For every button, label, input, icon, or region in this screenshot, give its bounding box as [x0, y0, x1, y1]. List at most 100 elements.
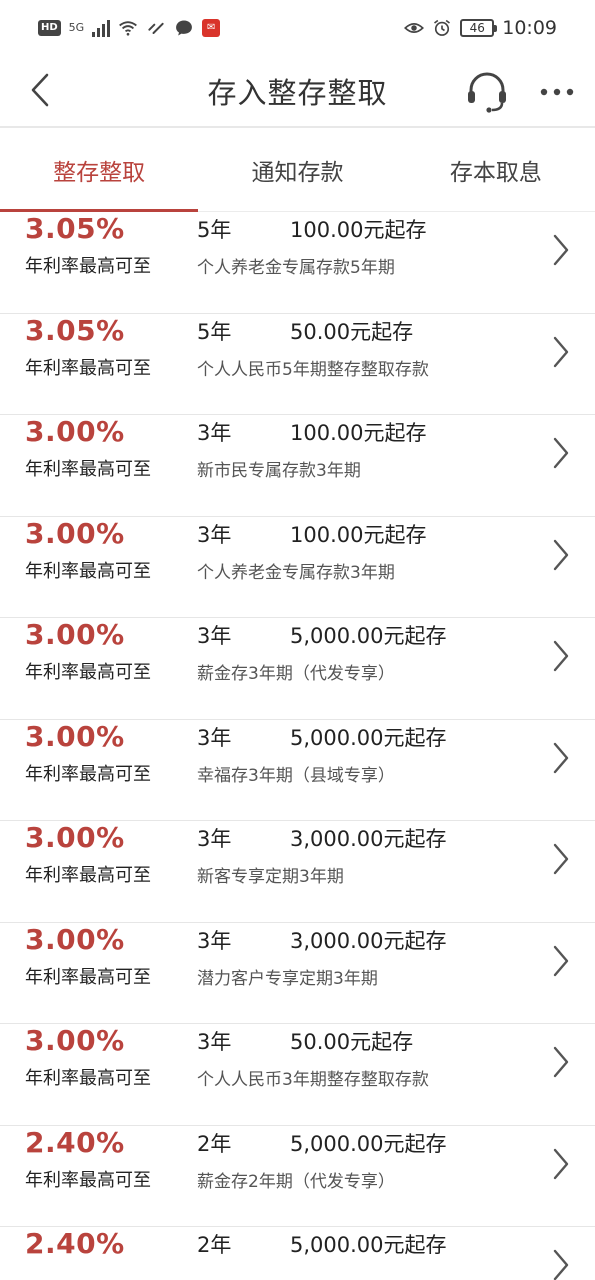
- headset-icon: [468, 72, 506, 113]
- rate-label: 年利率最高可至: [25, 865, 151, 886]
- deposit-term: 3年: [197, 421, 232, 445]
- interest-rate: 2.40%: [25, 1125, 125, 1159]
- page-title: 存入整存整取: [207, 76, 388, 110]
- minimum-amount: 100.00元起存: [290, 218, 427, 242]
- minimum-amount: 100.00元起存: [290, 522, 427, 547]
- product-name: 个人人民币5年期整存整取存款: [197, 359, 429, 380]
- minimum-amount: 5,000.00元起存: [290, 624, 447, 648]
- minimum-amount: 5,000.00元起存: [290, 1131, 447, 1156]
- deposit-term: 3年: [197, 624, 232, 648]
- alarm-icon: [434, 19, 451, 36]
- more-dots-icon: [540, 88, 574, 96]
- deposit-term: 3年: [197, 522, 232, 547]
- status-bar: HD 5G ✉ 46 10:09: [0, 0, 595, 56]
- product-row[interactable]: 3.00% 年利率最高可至 3年 5,000.00元起存 薪金存3年期（代发专享…: [0, 618, 595, 720]
- chevron-right-icon: [553, 742, 569, 773]
- rate-label: 年利率最高可至: [25, 357, 151, 379]
- rate-label: 年利率最高可至: [25, 763, 151, 785]
- minimum-amount: 5,000.00元起存: [290, 725, 447, 750]
- interest-rate: 3.00%: [25, 516, 125, 550]
- minimum-amount: 50.00元起存: [290, 1030, 414, 1054]
- tab-interest-withdrawal[interactable]: 存本取息: [397, 128, 595, 211]
- product-name: 个人养老金专属存款3年期: [197, 562, 395, 583]
- network-type: 5G: [68, 21, 85, 34]
- rate-label: 年利率最高可至: [25, 560, 151, 582]
- chevron-right-icon: [553, 1046, 569, 1078]
- chevron-right-icon: [553, 843, 569, 875]
- product-row[interactable]: 3.00% 年利率最高可至 3年 3,000.00元起存 新客专享定期3年期: [0, 821, 595, 923]
- product-name: 新市民专属存款3年期: [197, 461, 361, 481]
- rate-label: 年利率最高可至: [25, 1068, 151, 1089]
- deposit-term: 5年: [197, 218, 232, 242]
- minimum-amount: 5,000.00元起存: [290, 1233, 447, 1257]
- interest-rate: 2.40%: [25, 1227, 125, 1260]
- deposit-term: 2年: [197, 1233, 232, 1257]
- interest-rate: 3.00%: [25, 415, 125, 448]
- more-options-button[interactable]: [535, 72, 579, 112]
- deposit-term: 5年: [197, 319, 232, 344]
- status-left: HD 5G ✉: [38, 18, 221, 38]
- chevron-right-icon: [553, 945, 569, 976]
- product-row[interactable]: 3.00% 年利率最高可至 3年 100.00元起存 个人养老金专属存款3年期: [0, 516, 595, 618]
- deposit-type-tabs: 整存整取 通知存款 存本取息: [0, 128, 595, 212]
- chevron-right-icon: [553, 1148, 569, 1179]
- minimum-amount: 100.00元起存: [290, 421, 427, 445]
- nav-header: 存入整存整取: [0, 56, 595, 128]
- interest-rate: 3.05%: [25, 313, 125, 347]
- back-button[interactable]: [22, 68, 58, 112]
- product-row[interactable]: 3.05% 年利率最高可至 5年 50.00元起存 个人人民币5年期整存整取存款: [0, 313, 595, 415]
- product-row[interactable]: 2.40% 年利率最高可至 2年 5,000.00元起存 薪金存2年期（代发专享…: [0, 1125, 595, 1227]
- rate-label: 年利率最高可至: [25, 662, 151, 683]
- deposit-term: 3年: [197, 1030, 232, 1054]
- tab-lump-sum[interactable]: 整存整取: [0, 128, 199, 212]
- battery-icon: 46: [460, 19, 498, 37]
- deposit-term: 2年: [197, 1131, 232, 1156]
- product-name: 个人人民币3年期整存整取存款: [197, 1070, 429, 1090]
- status-right: 46 10:09: [404, 17, 557, 39]
- product-row[interactable]: 3.00% 年利率最高可至 3年 5,000.00元起存 幸福存3年期（县域专享…: [0, 719, 595, 821]
- chevron-left-icon: [31, 73, 49, 107]
- app-notification-icon: ✉: [202, 19, 221, 37]
- interest-rate: 3.00%: [25, 1024, 125, 1057]
- product-name: 新客专享定期3年期: [197, 867, 344, 887]
- signal-icon: [92, 19, 111, 37]
- message-icon: [176, 20, 193, 36]
- tab-notice-deposit[interactable]: 通知存款: [198, 128, 396, 211]
- product-row[interactable]: 3.00% 年利率最高可至 3年 50.00元起存 个人人民币3年期整存整取存款: [0, 1024, 595, 1126]
- deposit-term: 3年: [197, 725, 232, 750]
- rate-label: 年利率最高可至: [25, 459, 151, 480]
- interest-rate: 3.00%: [25, 922, 125, 956]
- hd-indicator: HD: [38, 20, 61, 36]
- product-name: 薪金存2年期（代发专享）: [197, 1171, 395, 1192]
- wifi-icon: [119, 21, 138, 36]
- rate-label: 年利率最高可至: [25, 1169, 151, 1191]
- chevron-right-icon: [553, 234, 569, 266]
- product-row[interactable]: 3.05% 年利率最高可至 5年 100.00元起存 个人养老金专属存款5年期: [0, 212, 595, 314]
- rate-label: 年利率最高可至: [25, 256, 151, 277]
- chevron-right-icon: [553, 640, 569, 672]
- product-name: 幸福存3年期（县域专享）: [197, 765, 395, 786]
- chevron-right-icon: [553, 539, 569, 570]
- chevron-right-icon: [553, 336, 569, 367]
- product-list: 3.05% 年利率最高可至 5年 100.00元起存 个人养老金专属存款5年期 …: [0, 212, 595, 1280]
- chevron-right-icon: [553, 437, 569, 469]
- minimum-amount: 3,000.00元起存: [290, 827, 447, 851]
- link-icon: [148, 22, 164, 34]
- deposit-term: 3年: [197, 827, 232, 851]
- product-row[interactable]: 3.00% 年利率最高可至 3年 3,000.00元起存 潜力客户专享定期3年期: [0, 922, 595, 1024]
- chevron-right-icon: [553, 1249, 569, 1280]
- customer-service-button[interactable]: [465, 70, 509, 114]
- deposit-term: 3年: [197, 928, 232, 953]
- product-name: 个人养老金专属存款5年期: [197, 258, 395, 278]
- product-name: 潜力客户专享定期3年期: [197, 968, 378, 989]
- product-name: 薪金存3年期（代发专享）: [197, 664, 395, 684]
- clock: 10:09: [502, 17, 557, 39]
- minimum-amount: 50.00元起存: [290, 319, 414, 344]
- minimum-amount: 3,000.00元起存: [290, 928, 447, 953]
- interest-rate: 3.05%: [25, 212, 125, 245]
- product-row[interactable]: 2.40% 2年 5,000.00元起存: [0, 1227, 595, 1280]
- rate-label: 年利率最高可至: [25, 966, 151, 988]
- product-row[interactable]: 3.00% 年利率最高可至 3年 100.00元起存 新市民专属存款3年期: [0, 415, 595, 517]
- interest-rate: 3.00%: [25, 618, 125, 651]
- interest-rate: 3.00%: [25, 719, 125, 753]
